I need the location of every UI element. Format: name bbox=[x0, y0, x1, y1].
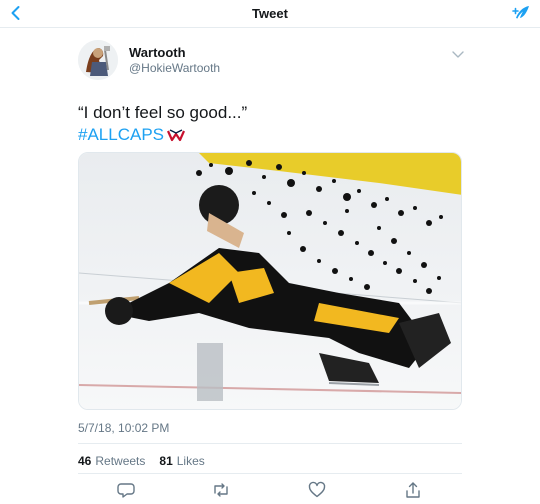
like-icon[interactable] bbox=[308, 481, 326, 499]
hashtag-row: #ALLCAPS bbox=[78, 125, 185, 145]
author-handle[interactable]: @HokieWartooth bbox=[129, 61, 220, 75]
compose-feather-icon[interactable] bbox=[510, 3, 532, 25]
top-nav-bar: Tweet bbox=[0, 0, 540, 28]
avatar[interactable] bbox=[78, 40, 118, 80]
author-display-name[interactable]: Wartooth bbox=[129, 45, 186, 60]
hockey-player-photo bbox=[79, 153, 461, 409]
retweets-label[interactable]: Retweets bbox=[95, 454, 145, 468]
reply-icon[interactable] bbox=[117, 481, 135, 499]
tweet-timestamp[interactable]: 5/7/18, 10:02 PM bbox=[78, 421, 169, 435]
avatar-image bbox=[78, 40, 118, 80]
tweet-text: “I don’t feel so good...” bbox=[78, 103, 248, 122]
divider bbox=[78, 443, 462, 444]
share-icon[interactable] bbox=[404, 481, 422, 499]
tweet-media-image[interactable] bbox=[78, 152, 462, 410]
engagement-stats: 46 Retweets 81 Likes bbox=[78, 454, 205, 468]
divider bbox=[78, 473, 462, 474]
retweets-count[interactable]: 46 bbox=[78, 454, 91, 468]
hashtag-link[interactable]: #ALLCAPS bbox=[78, 125, 164, 145]
page-title: Tweet bbox=[252, 6, 288, 21]
likes-count[interactable]: 81 bbox=[159, 454, 172, 468]
capitals-hashflag-icon bbox=[167, 128, 185, 141]
chevron-down-icon[interactable] bbox=[450, 48, 466, 60]
likes-label[interactable]: Likes bbox=[177, 454, 205, 468]
retweet-icon[interactable] bbox=[212, 481, 230, 499]
